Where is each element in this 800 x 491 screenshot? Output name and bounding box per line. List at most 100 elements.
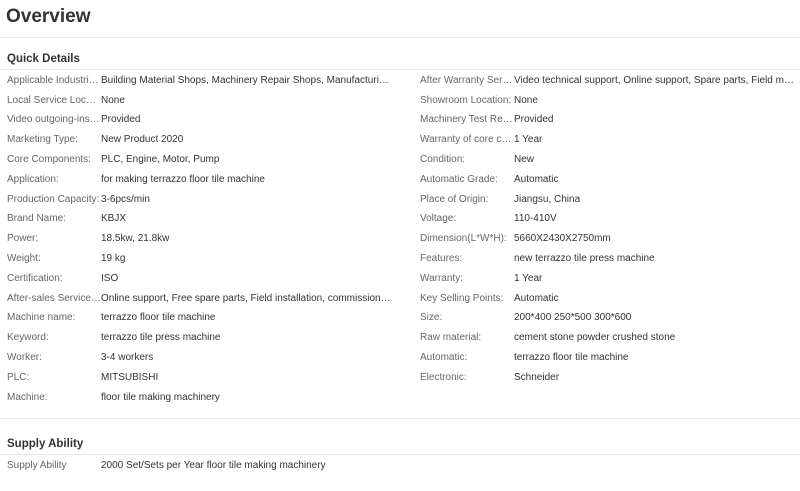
detail-row: PLC: MITSUBISHI <box>7 368 391 388</box>
quick-details-right-column: After Warranty Service: Video technical s… <box>420 71 799 388</box>
title-divider <box>0 37 800 38</box>
detail-label: Voltage: <box>420 213 457 225</box>
detail-label: Warranty of core components: <box>420 134 514 146</box>
detail-value: New <box>514 154 535 166</box>
detail-label: Raw material: <box>420 332 482 344</box>
detail-value: 19 kg <box>101 253 126 265</box>
detail-row: Key Selling Points: Automatic <box>420 289 799 309</box>
detail-label: Marketing Type: <box>7 134 78 146</box>
detail-row: Weight: 19 kg <box>7 249 391 269</box>
detail-label: Size: <box>420 312 443 324</box>
detail-label: After Warranty Service: <box>420 74 514 86</box>
detail-value: Automatic <box>514 292 559 304</box>
detail-value: New Product 2020 <box>101 134 184 146</box>
detail-label: Machinery Test Report: <box>420 114 514 126</box>
detail-label: Production Capacity: <box>7 193 100 205</box>
detail-label: Video outgoing-inspection: <box>7 114 101 126</box>
detail-row: Keyword: terrazzo tile press machine <box>7 328 391 348</box>
detail-row: Warranty of core components:1 Year <box>420 130 799 150</box>
detail-label: Key Selling Points: <box>420 292 504 304</box>
detail-label: Applicable Industries: <box>7 74 101 86</box>
detail-row: Core Components: PLC, Engine, Motor, Pump <box>7 150 391 170</box>
detail-row: Machine: floor tile making machinery <box>7 388 391 408</box>
detail-value: terrazzo tile press machine <box>101 332 221 344</box>
detail-row: Automatic: terrazzo floor tile machine <box>420 348 799 368</box>
detail-value: 2000 Set/Sets per Year floor tile making… <box>101 459 326 471</box>
section-divider <box>0 418 800 419</box>
detail-label: Place of Origin: <box>420 193 489 205</box>
supply-ability-divider <box>0 454 800 455</box>
detail-value: 3-6pcs/min <box>101 193 150 205</box>
detail-row: Warranty: 1 Year <box>420 269 799 289</box>
detail-value: Video technical support, Online support,… <box>514 74 799 86</box>
detail-label: Showroom Location: <box>420 94 512 106</box>
detail-row: Supply Ability 2000 Set/Sets per Year flo… <box>7 456 391 476</box>
detail-label: Warranty: <box>420 272 463 284</box>
detail-row: Size: 200*400 250*500 300*600 <box>420 309 799 329</box>
detail-row: Raw material: cement stone powder crushed… <box>420 328 799 348</box>
detail-value: None <box>514 94 538 106</box>
supply-ability-heading: Supply Ability <box>7 438 84 450</box>
detail-row: Place of Origin: Jiangsu, China <box>420 190 799 210</box>
detail-value: KBJX <box>101 213 127 225</box>
detail-row: After Warranty Service: Video technical s… <box>420 71 799 91</box>
detail-row: After-sales Service Provided:Online supp… <box>7 289 391 309</box>
detail-value: Building Material Shops, Machinery Repai… <box>101 74 391 86</box>
detail-value: 110-410V <box>514 213 557 225</box>
detail-value: PLC, Engine, Motor, Pump <box>101 154 220 166</box>
page-title: Overview <box>6 6 91 27</box>
detail-value: 1 Year <box>514 272 543 284</box>
detail-row: Local Service Location: None <box>7 91 391 111</box>
detail-value: Jiangsu, China <box>514 193 581 205</box>
detail-row: Worker: 3-4 workers <box>7 348 391 368</box>
detail-value: cement stone powder crushed stone <box>514 332 676 344</box>
detail-label: Brand Name: <box>7 213 66 225</box>
detail-row: Machinery Test Report: Provided <box>420 111 799 131</box>
detail-row: Application: for making terrazzo floor ti… <box>7 170 391 190</box>
quick-details-divider <box>0 69 800 70</box>
detail-value: floor tile making machinery <box>101 391 220 403</box>
detail-label: Core Components: <box>7 154 91 166</box>
detail-row: Power: 18.5kw, 21.8kw <box>7 229 391 249</box>
detail-label: Machine: <box>7 391 48 403</box>
detail-value: Automatic <box>514 173 559 185</box>
detail-value: 18.5kw, 21.8kw <box>101 233 170 245</box>
detail-label: Supply Ability <box>7 459 67 471</box>
detail-value: 1 Year <box>514 134 543 146</box>
detail-row: Machine name: terrazzo floor tile machine <box>7 309 391 329</box>
detail-label: After-sales Service Provided: <box>7 292 101 304</box>
detail-value: ISO <box>101 272 119 284</box>
detail-row: Marketing Type: New Product 2020 <box>7 130 391 150</box>
detail-label: Dimension(L*W*H): <box>420 233 507 245</box>
detail-label: Local Service Location: <box>7 94 101 106</box>
detail-label: Worker: <box>7 352 42 364</box>
detail-value: Schneider <box>514 371 560 383</box>
detail-row: Showroom Location: None <box>420 91 799 111</box>
detail-value: terrazzo floor tile machine <box>101 312 216 324</box>
detail-value: 200*400 250*500 300*600 <box>514 312 632 324</box>
detail-label: Weight: <box>7 253 41 265</box>
detail-label: Features: <box>420 253 463 265</box>
detail-label: Condition: <box>420 154 466 166</box>
supply-ability-list: Supply Ability 2000 Set/Sets per Year flo… <box>7 456 391 476</box>
detail-label: Automatic Grade: <box>420 173 498 185</box>
detail-row: Voltage: 110-410V <box>420 210 799 230</box>
detail-label: Machine name: <box>7 312 76 324</box>
detail-value: None <box>101 94 125 106</box>
detail-row: Applicable Industries: Building Material … <box>7 71 391 91</box>
detail-label: Application: <box>7 173 59 185</box>
detail-label: Automatic: <box>420 352 468 364</box>
detail-row: Dimension(L*W*H): 5660X2430X2750mm <box>420 229 799 249</box>
detail-label: Electronic: <box>420 371 467 383</box>
detail-row: Condition: New <box>420 150 799 170</box>
detail-label: Certification: <box>7 272 63 284</box>
detail-row: Automatic Grade: Automatic <box>420 170 799 190</box>
quick-details-left-column: Applicable Industries: Building Material … <box>7 71 391 408</box>
detail-row: Features: new terrazzo tile press machine <box>420 249 799 269</box>
quick-details-heading: Quick Details <box>7 53 80 65</box>
detail-label: Power: <box>7 233 39 245</box>
detail-row: Certification: ISO <box>7 269 391 289</box>
product-overview: Overview Quick Details Applicable Indust… <box>0 0 800 491</box>
detail-value: 5660X2430X2750mm <box>514 233 611 245</box>
detail-value: Provided <box>101 114 141 126</box>
